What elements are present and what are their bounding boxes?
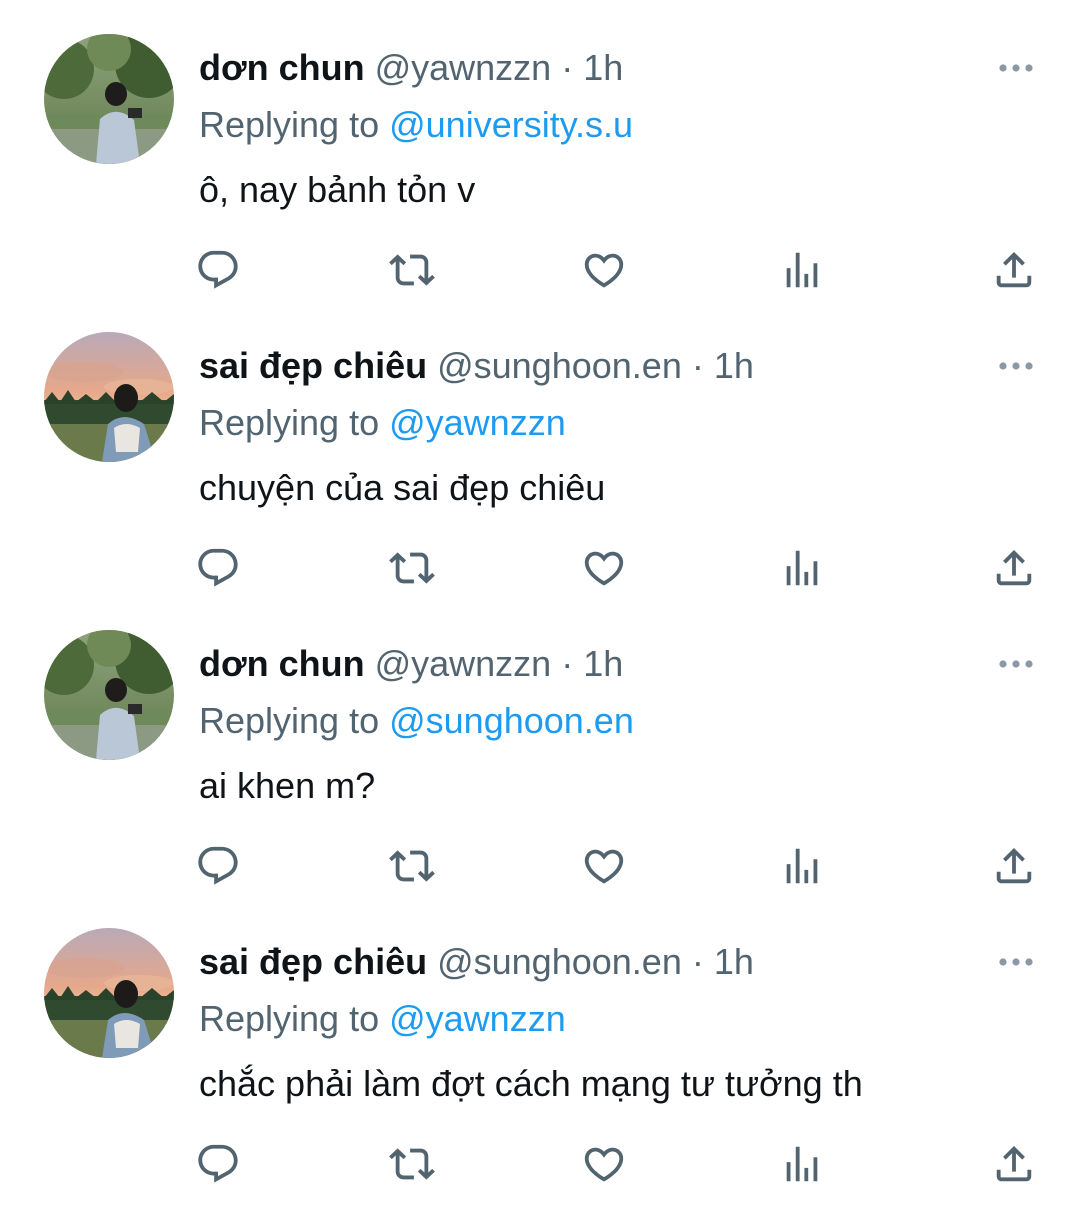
display-name[interactable]: sai đẹp chiêu (199, 345, 427, 386)
heart-icon (584, 253, 624, 288)
tweet[interactable]: sai đẹp chiêu @sunghoon.en · 1h Replying… (0, 298, 1080, 596)
avatar-park-photo (44, 34, 174, 164)
replying-to-label: Replying to (199, 700, 390, 741)
more-icon[interactable] (996, 950, 1036, 974)
separator-dot: · (691, 941, 704, 982)
tweet-header: dơn chun @yawnzzn · 1h (199, 642, 623, 686)
reply-icon (198, 846, 238, 885)
tweet-text: ô, nay bảnh tỏn v (199, 169, 476, 210)
replying-to-line: Replying to @yawnzzn (199, 401, 566, 445)
share-button[interactable] (990, 246, 1038, 294)
views-button[interactable] (778, 1140, 826, 1188)
retweet-icon (389, 254, 435, 286)
more-icon[interactable] (996, 652, 1036, 676)
retweet-icon (389, 552, 435, 584)
action-bar (0, 842, 1080, 890)
separator-dot: · (561, 643, 574, 684)
share-icon (996, 549, 1032, 586)
reply-icon (198, 250, 238, 289)
avatar-sunset-photo (44, 928, 174, 1058)
views-button[interactable] (778, 544, 826, 592)
timestamp[interactable]: 1h (714, 345, 754, 386)
mention-link[interactable]: @yawnzzn (389, 402, 566, 443)
avatar[interactable] (44, 332, 174, 462)
retweet-icon (389, 850, 435, 882)
reply-button[interactable] (194, 544, 242, 592)
action-bar (0, 1140, 1080, 1188)
mention-link[interactable]: @yawnzzn (389, 998, 566, 1039)
reply-thread: dơn chun @yawnzzn · 1h Replying to @univ… (0, 0, 1080, 1219)
action-bar (0, 544, 1080, 592)
like-button[interactable] (580, 246, 628, 294)
separator-dot: · (691, 345, 704, 386)
reply-icon (198, 548, 238, 587)
display-name[interactable]: dơn chun (199, 47, 365, 88)
retweet-button[interactable] (388, 246, 436, 294)
tweet-header: sai đẹp chiêu @sunghoon.en · 1h (199, 344, 754, 388)
heart-icon (584, 551, 624, 586)
share-button[interactable] (990, 1140, 1038, 1188)
like-button[interactable] (580, 842, 628, 890)
views-icon (786, 848, 818, 884)
replying-to-label: Replying to (199, 998, 390, 1039)
replying-to-line: Replying to @sunghoon.en (199, 699, 634, 743)
tweet[interactable]: dơn chun @yawnzzn · 1h Replying to @univ… (0, 0, 1080, 298)
replying-to-label: Replying to (199, 402, 390, 443)
avatar-park-photo (44, 630, 174, 760)
timestamp[interactable]: 1h (583, 643, 623, 684)
tweet-text: chuyện của sai đẹp chiêu (199, 467, 606, 508)
tweet-header: dơn chun @yawnzzn · 1h (199, 46, 623, 90)
tweet[interactable]: sai đẹp chiêu @sunghoon.en · 1h Replying… (0, 894, 1080, 1192)
reply-button[interactable] (194, 842, 242, 890)
retweet-button[interactable] (388, 1140, 436, 1188)
mention-link[interactable]: @sunghoon.en (389, 700, 634, 741)
views-icon (786, 252, 818, 288)
retweet-button[interactable] (388, 544, 436, 592)
timestamp[interactable]: 1h (714, 941, 754, 982)
share-button[interactable] (990, 842, 1038, 890)
reply-button[interactable] (194, 1140, 242, 1188)
share-icon (996, 251, 1032, 288)
like-button[interactable] (580, 544, 628, 592)
display-name[interactable]: dơn chun (199, 643, 365, 684)
user-handle[interactable]: @sunghoon.en (437, 345, 682, 386)
heart-icon (584, 1147, 624, 1182)
replying-to-line: Replying to @yawnzzn (199, 997, 566, 1041)
share-icon (996, 847, 1032, 884)
tweet-text: chắc phải làm đợt cách mạng tư tưởng th (199, 1063, 863, 1104)
share-icon (996, 1145, 1032, 1182)
replying-to-line: Replying to @university.s.u (199, 103, 633, 147)
heart-icon (584, 849, 624, 884)
user-handle[interactable]: @sunghoon.en (437, 941, 682, 982)
retweet-icon (389, 1148, 435, 1180)
action-bar (0, 246, 1080, 294)
user-handle[interactable]: @yawnzzn (375, 47, 552, 88)
avatar[interactable] (44, 630, 174, 760)
like-button[interactable] (580, 1140, 628, 1188)
reply-button[interactable] (194, 246, 242, 294)
more-icon[interactable] (996, 56, 1036, 80)
retweet-button[interactable] (388, 842, 436, 890)
reply-icon (198, 1144, 238, 1183)
timestamp[interactable]: 1h (583, 47, 623, 88)
avatar-sunset-photo (44, 332, 174, 462)
separator-dot: · (561, 47, 574, 88)
tweet[interactable]: dơn chun @yawnzzn · 1h Replying to @sung… (0, 596, 1080, 894)
views-icon (786, 1146, 818, 1182)
mention-link[interactable]: @university.s.u (389, 104, 633, 145)
views-button[interactable] (778, 842, 826, 890)
user-handle[interactable]: @yawnzzn (375, 643, 552, 684)
more-icon[interactable] (996, 354, 1036, 378)
avatar[interactable] (44, 928, 174, 1058)
tweet-header: sai đẹp chiêu @sunghoon.en · 1h (199, 940, 754, 984)
avatar[interactable] (44, 34, 174, 164)
tweet-text: ai khen m? (199, 765, 376, 806)
views-button[interactable] (778, 246, 826, 294)
share-button[interactable] (990, 544, 1038, 592)
views-icon (786, 550, 818, 586)
display-name[interactable]: sai đẹp chiêu (199, 941, 427, 982)
replying-to-label: Replying to (199, 104, 390, 145)
